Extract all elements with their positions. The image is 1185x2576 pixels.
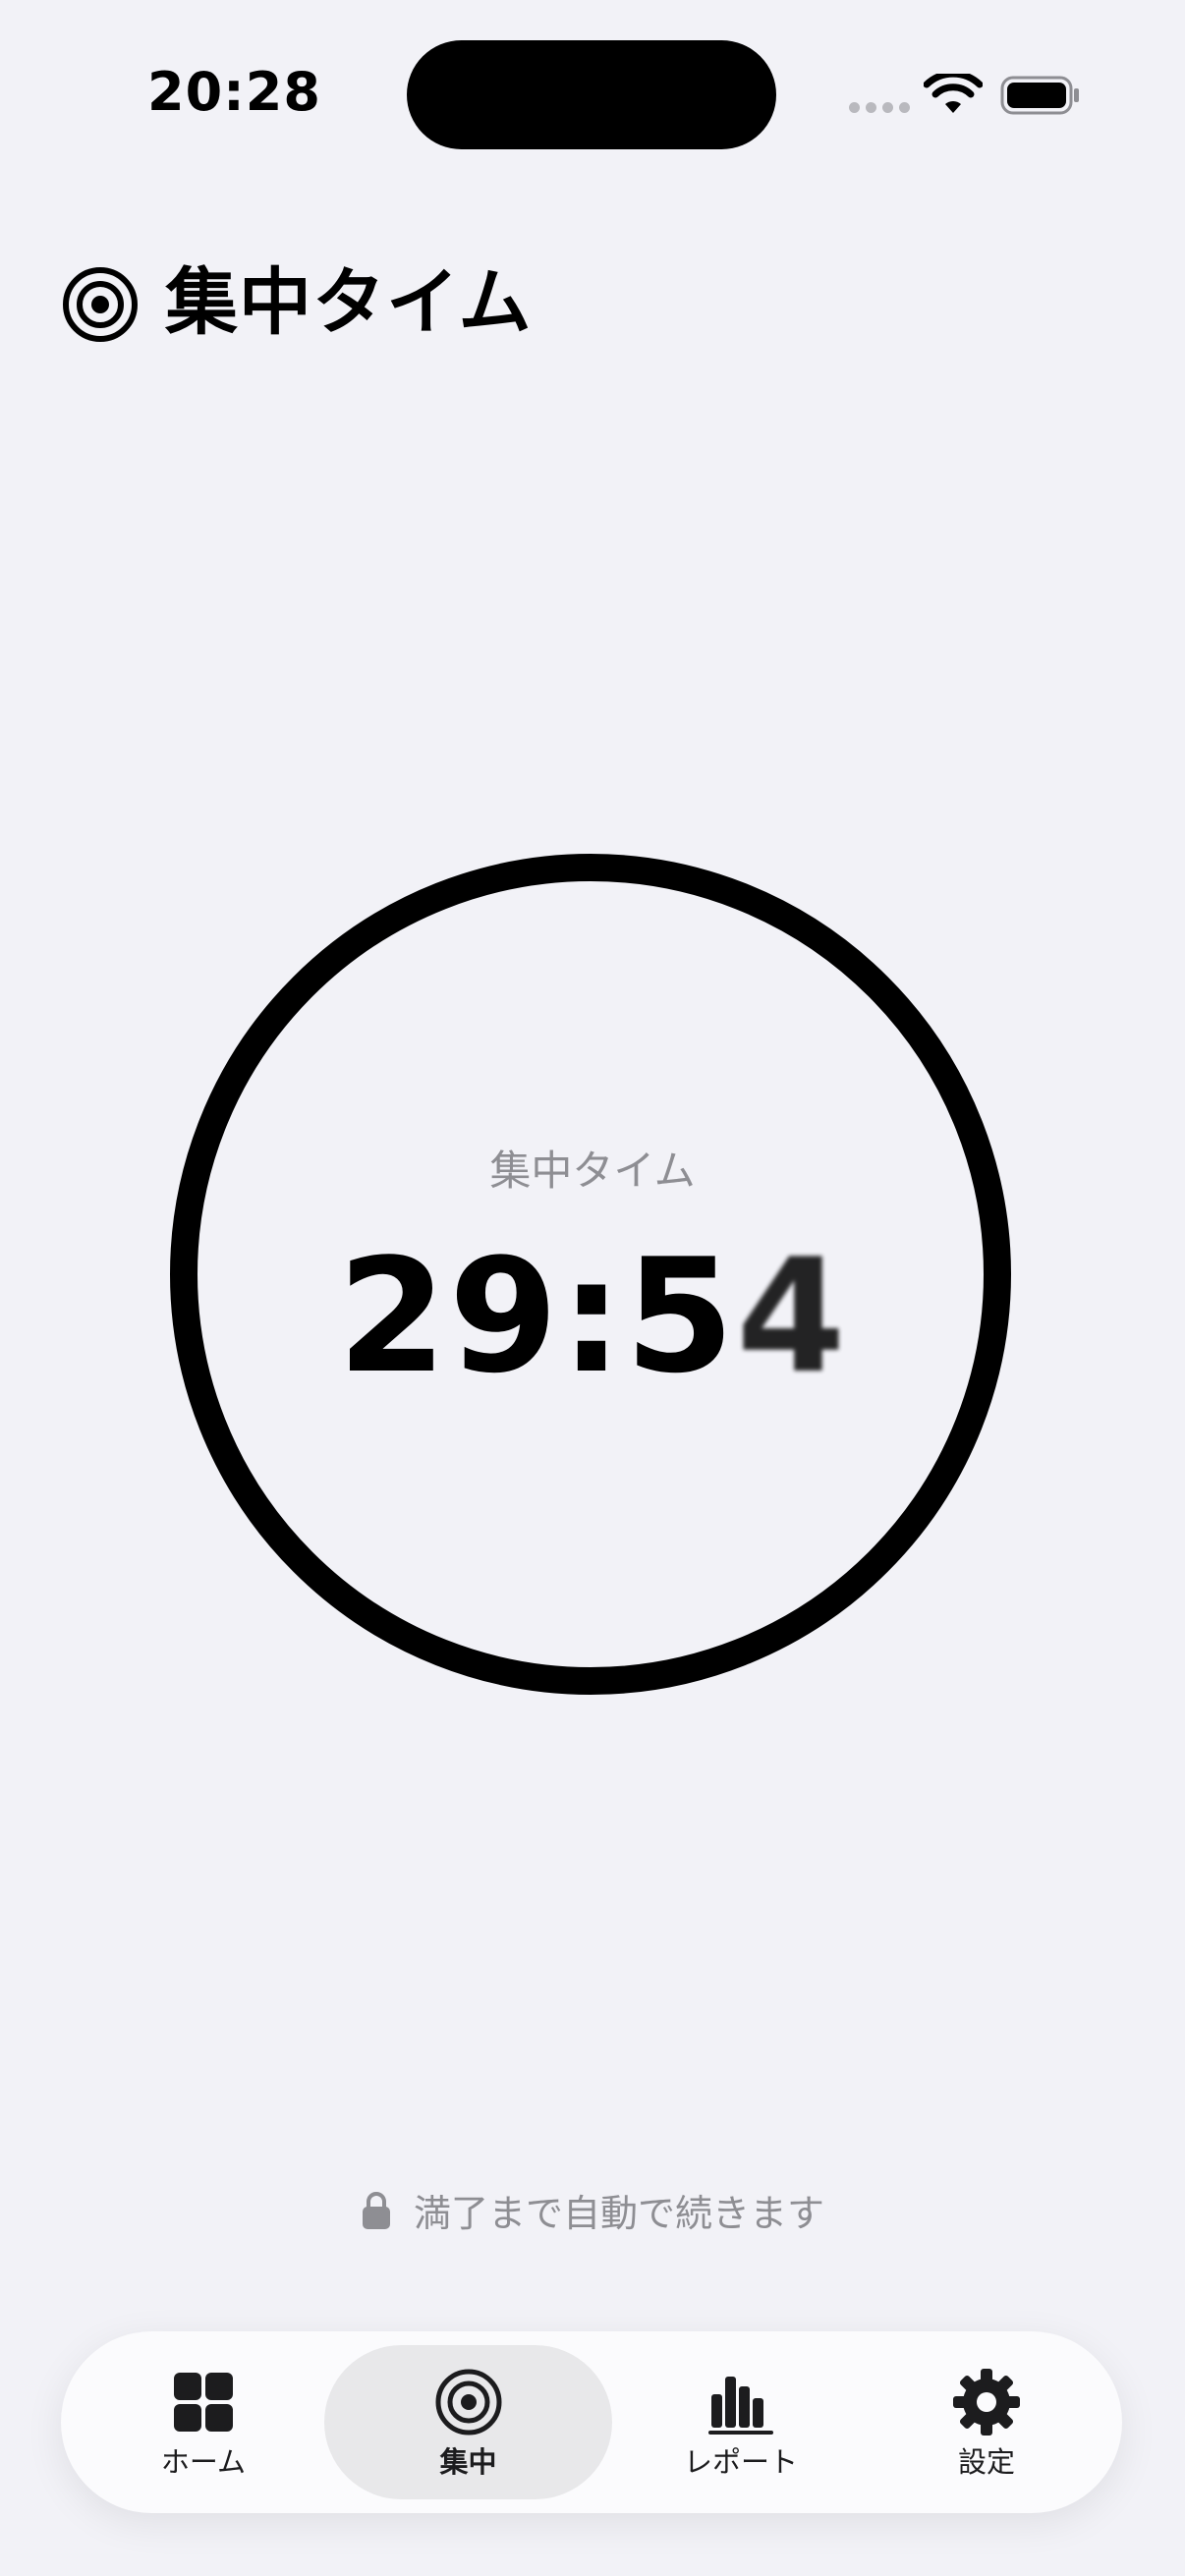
grid-icon: [174, 2372, 233, 2432]
lock-icon: [362, 2191, 390, 2229]
tab-focus[interactable]: 集中: [324, 2345, 612, 2499]
status-bar-time: 20:28: [147, 61, 321, 123]
auto-continue-note: 満了まで自動で続きます: [0, 2183, 1185, 2237]
page-title: 集中タイム: [165, 260, 533, 345]
battery-icon: [1000, 76, 1079, 115]
tab-report[interactable]: レポート: [623, 2345, 859, 2499]
tab-label-home: ホーム: [160, 2444, 247, 2479]
cellular-signal-icon: [849, 102, 910, 113]
bar-chart-icon: [708, 2376, 773, 2435]
tab-label-report: レポート: [683, 2444, 798, 2479]
timer-label: 集中タイム: [489, 1147, 696, 1195]
tab-home[interactable]: ホーム: [95, 2345, 311, 2499]
dynamic-island: [407, 40, 776, 149]
auto-continue-text: 満了まで自動で続きます: [413, 2192, 824, 2235]
timer-minutes-seconds: 29:5: [337, 1224, 737, 1408]
tab-label-settings: 設定: [957, 2444, 1015, 2479]
target-icon: [435, 2369, 501, 2435]
timer-countdown: 29:54: [0, 1218, 1185, 1415]
timer-last-digit: 4: [736, 1224, 848, 1408]
tab-bar: ホーム 集中 レポート 設定: [61, 2331, 1122, 2513]
gear-icon: [953, 2368, 1020, 2436]
wifi-icon: [924, 74, 983, 113]
target-icon: [63, 267, 138, 342]
tab-label-focus: 集中: [439, 2444, 497, 2479]
tab-settings[interactable]: 設定: [878, 2345, 1095, 2499]
